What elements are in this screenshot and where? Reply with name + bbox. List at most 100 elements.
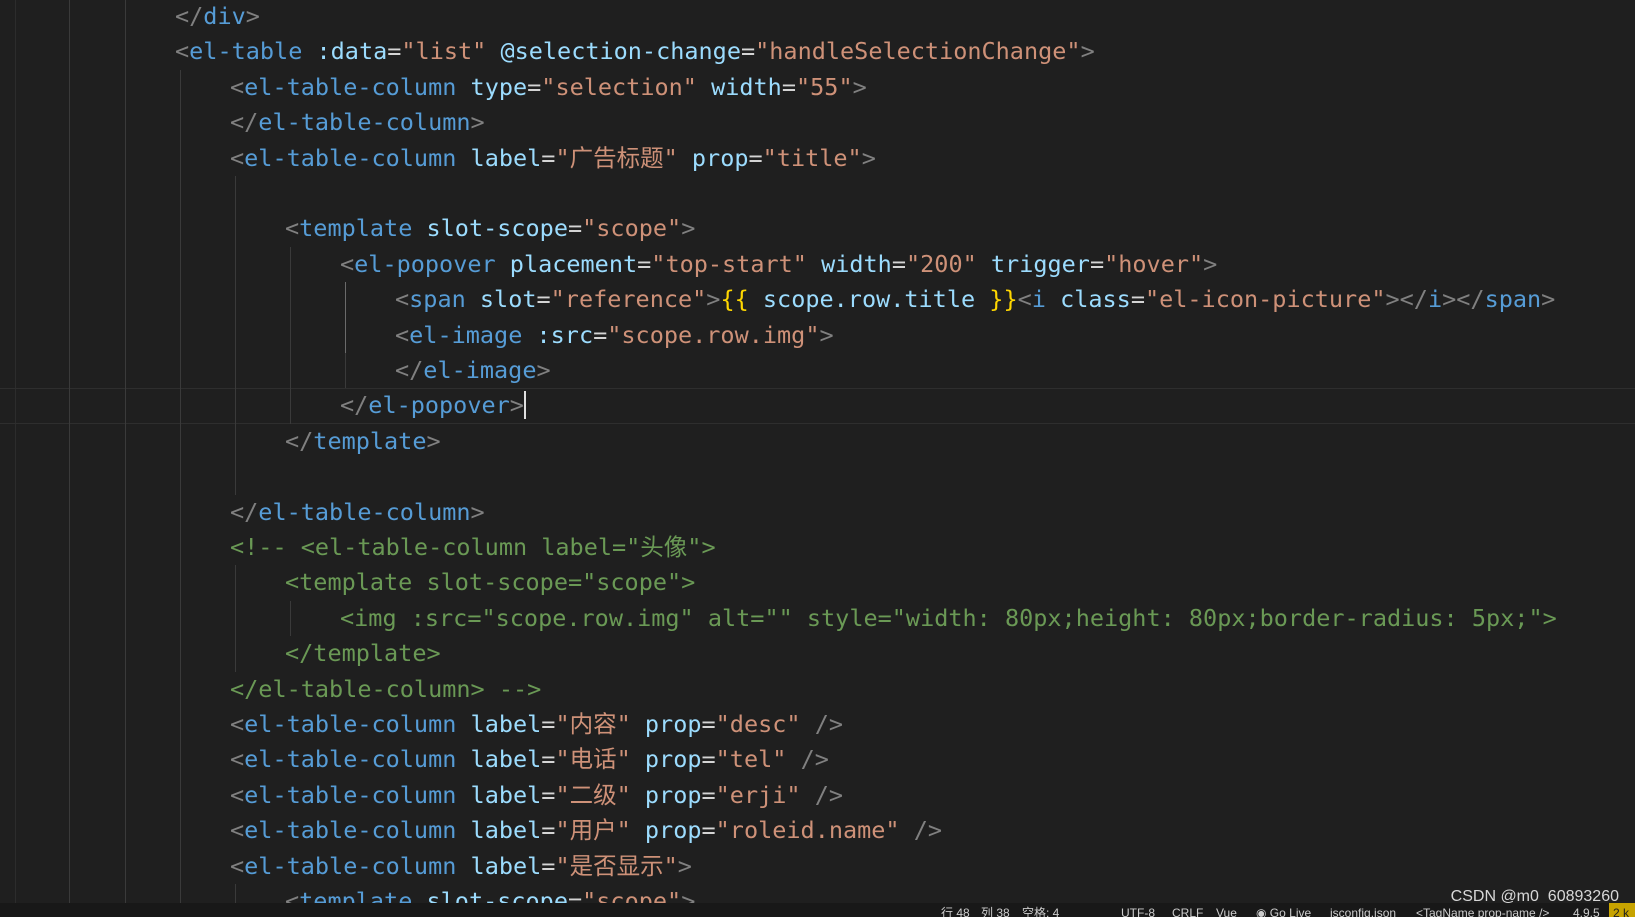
indent-guide <box>180 600 181 637</box>
code-line[interactable]: </el-table-column> --> <box>0 671 1635 707</box>
code-line[interactable]: <el-table-column label="广告标题" prop="titl… <box>0 140 1635 176</box>
indent-guide <box>69 211 70 247</box>
code-token: "el-icon-picture" <box>1144 285 1386 314</box>
code-line[interactable]: </div> <box>0 0 1635 35</box>
indent-guide <box>235 423 236 460</box>
code-token: i <box>1031 285 1046 314</box>
code-token: :data <box>316 37 388 66</box>
indent-guide <box>69 282 70 318</box>
code-line[interactable]: <el-table-column label="用户" prop="roleid… <box>0 813 1635 849</box>
status-eol[interactable]: CRLF <box>1172 903 1203 917</box>
code-line[interactable]: <template slot-scope="scope"> <box>0 884 1635 903</box>
code-token: el-table-column <box>244 780 457 809</box>
code-line[interactable]: <el-table-column label="内容" prop="desc" … <box>0 707 1635 743</box>
indent-guide <box>180 848 181 884</box>
code-token: = <box>567 214 583 243</box>
code-text: </el-table-column> <box>230 105 485 140</box>
code-text: <el-table-column label="二级" prop="erji" … <box>230 778 843 813</box>
code-token: > <box>819 320 834 349</box>
code-token: trigger <box>990 249 1090 278</box>
code-token: el-image <box>409 320 523 349</box>
code-line[interactable] <box>0 176 1635 212</box>
indent-guide <box>69 34 70 70</box>
status-go-live[interactable]: ◉ Go Live <box>1256 903 1311 917</box>
code-line[interactable]: <template slot-scope="scope"> <box>0 565 1635 601</box>
indent-guide <box>235 600 236 637</box>
indent-guide <box>180 565 181 601</box>
code-line[interactable]: </el-table-column> <box>0 494 1635 530</box>
code-token: > <box>470 497 485 526</box>
code-text: <el-popover placement="top-start" width=… <box>340 247 1217 282</box>
code-token: div <box>203 2 246 30</box>
code-token: "scope.row.img" <box>607 320 820 349</box>
status-version[interactable]: 4.9.5 <box>1573 903 1600 917</box>
code-line[interactable]: </el-popover> <box>0 388 1635 424</box>
status-spaces[interactable]: 空格: 4 <box>1022 903 1059 917</box>
code-token: el-table-column <box>244 745 457 774</box>
status-jsconfig[interactable]: jsconfig.json <box>1330 903 1396 917</box>
code-text: <img :src="scope.row.img" alt="" style="… <box>340 601 1557 636</box>
code-token: </ <box>395 356 424 384</box>
indent-guide <box>180 530 181 566</box>
indent-guide <box>125 530 126 566</box>
indent-guide <box>235 459 236 495</box>
code-token: "内容" <box>555 710 631 738</box>
code-token: = <box>701 816 716 845</box>
code-token: = <box>536 285 551 314</box>
code-token: ></ <box>1442 285 1485 314</box>
indent-guide <box>125 671 126 707</box>
status-encoding[interactable]: UTF-8 <box>1121 903 1155 917</box>
code-line[interactable]: <span slot="reference">{{ scope.row.titl… <box>0 282 1635 318</box>
code-token: span <box>1484 285 1542 314</box>
code-line[interactable]: </el-image> <box>0 353 1635 389</box>
code-line[interactable]: <el-table-column type="selection" width=… <box>0 69 1635 106</box>
code-text: <span slot="reference">{{ scope.row.titl… <box>395 282 1555 317</box>
code-token: "用户" <box>555 816 631 845</box>
status-column[interactable]: 列 38 <box>981 903 1010 917</box>
code-line[interactable]: <el-image :src="scope.row.img"> <box>0 317 1635 353</box>
indent-guide <box>125 353 126 389</box>
code-line[interactable]: <el-table :data="list" @selection-change… <box>0 34 1635 70</box>
code-token: < <box>230 816 245 845</box>
code-text: <el-table-column label="是否显示"> <box>230 849 692 884</box>
code-line[interactable]: <!-- <el-table-column label="头像"> <box>0 530 1635 566</box>
indent-guide <box>125 34 126 70</box>
indent-guide <box>290 388 291 424</box>
code-token: "title" <box>762 143 862 172</box>
indent-guide <box>235 246 236 283</box>
code-token: /> <box>814 780 843 809</box>
indent-guide <box>290 317 291 353</box>
code-line[interactable] <box>0 459 1635 495</box>
code-token: </ <box>230 108 259 137</box>
code-line[interactable]: <template slot-scope="scope"> <box>0 211 1635 247</box>
code-token: el-table-column <box>258 108 471 137</box>
code-line[interactable]: <el-table-column label="电话" prop="tel" /… <box>0 742 1635 778</box>
code-line[interactable]: <el-popover placement="top-start" width=… <box>0 246 1635 283</box>
code-line[interactable]: <el-table-column label="二级" prop="erji" … <box>0 777 1635 814</box>
code-token: = <box>637 249 652 278</box>
code-text: </template> <box>285 424 441 459</box>
status-language[interactable]: Vue <box>1216 903 1237 917</box>
code-line[interactable]: </el-table-column> <box>0 105 1635 141</box>
code-line[interactable]: </template> <box>0 636 1635 672</box>
indent-guide <box>125 317 126 353</box>
code-editor[interactable]: </div> <el-table :data="list" @selection-… <box>0 0 1635 903</box>
code-token: = <box>593 320 608 349</box>
code-line[interactable]: <img :src="scope.row.img" alt="" style="… <box>0 600 1635 637</box>
indent-guide <box>69 69 70 106</box>
status-line[interactable]: 行 48 <box>941 903 970 917</box>
code-text: <!-- <el-table-column label="头像"> <box>230 530 716 565</box>
code-token: label <box>470 143 542 172</box>
status-notification[interactable]: 2 k <box>1609 903 1635 917</box>
code-line[interactable]: <el-table-column label="是否显示"> <box>0 848 1635 884</box>
code-token: slot-scope <box>426 887 568 903</box>
code-line[interactable]: </template> <box>0 423 1635 460</box>
code-token: prop <box>644 710 702 738</box>
status-tag-format[interactable]: <TagName prop-name /> <box>1416 903 1549 917</box>
